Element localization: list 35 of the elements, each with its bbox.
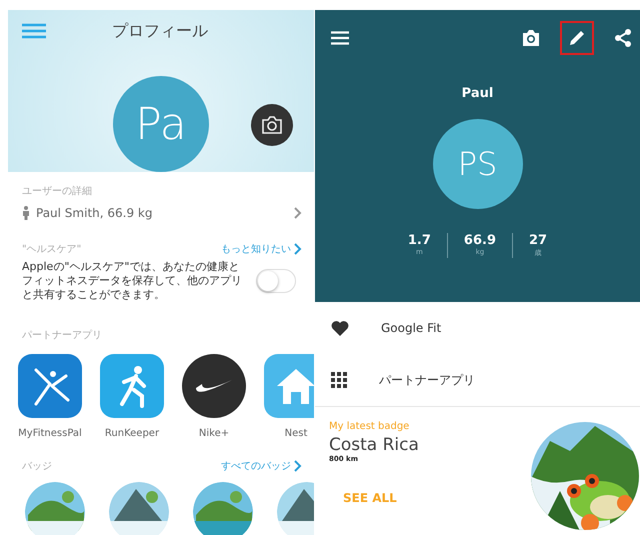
- app-name: MyFitnessPal: [18, 428, 82, 439]
- chevron-icon: [294, 207, 302, 219]
- section-label: バッジ: [22, 460, 52, 473]
- all-badges-link[interactable]: すべてのバッジ: [221, 459, 302, 473]
- see-all-button[interactable]: SEE ALL: [329, 487, 419, 509]
- chevron-icon: [294, 460, 302, 472]
- heart-icon: [331, 320, 349, 336]
- avatar: PS: [432, 119, 522, 209]
- avatar: Pa: [113, 76, 209, 172]
- stat-value: 27: [529, 233, 548, 248]
- person-icon: [22, 206, 30, 220]
- section-label: ユーザーの詳細: [22, 184, 93, 198]
- camera-icon: [260, 115, 284, 135]
- stat-value: 1.7: [408, 233, 431, 248]
- app-name: Nike+: [198, 428, 230, 439]
- healthcare-toggle[interactable]: [256, 269, 296, 293]
- pencil-icon: [568, 29, 586, 47]
- user-summary: Paul Smith, 66.9 kg: [36, 206, 152, 220]
- profile-name: Paul: [462, 86, 494, 101]
- grid-icon: [331, 372, 347, 388]
- badge-title: Costa Rica: [329, 435, 419, 455]
- section-label: "ヘルスケア": [22, 243, 82, 256]
- share-icon: [614, 28, 632, 48]
- edit-button[interactable]: [560, 21, 594, 55]
- app-name: RunKeeper: [104, 428, 160, 439]
- app-name: Nest: [284, 428, 308, 439]
- screen-title: プロフィール: [111, 20, 209, 42]
- chevron-icon: [294, 243, 302, 255]
- healthcare-description: Appleの"ヘルスケア"では、あなたの健康とフィットネスデータを保存して、他のアプリと共有することができます。: [22, 260, 243, 302]
- stat-value: 66.9: [464, 233, 496, 248]
- badge-caption: My latest badge: [329, 421, 410, 432]
- section-label: パートナーアプリ: [22, 328, 103, 342]
- learn-more-link[interactable]: もっと知りたい: [221, 242, 302, 256]
- camera-icon: [521, 29, 541, 47]
- camera-button[interactable]: [251, 104, 293, 146]
